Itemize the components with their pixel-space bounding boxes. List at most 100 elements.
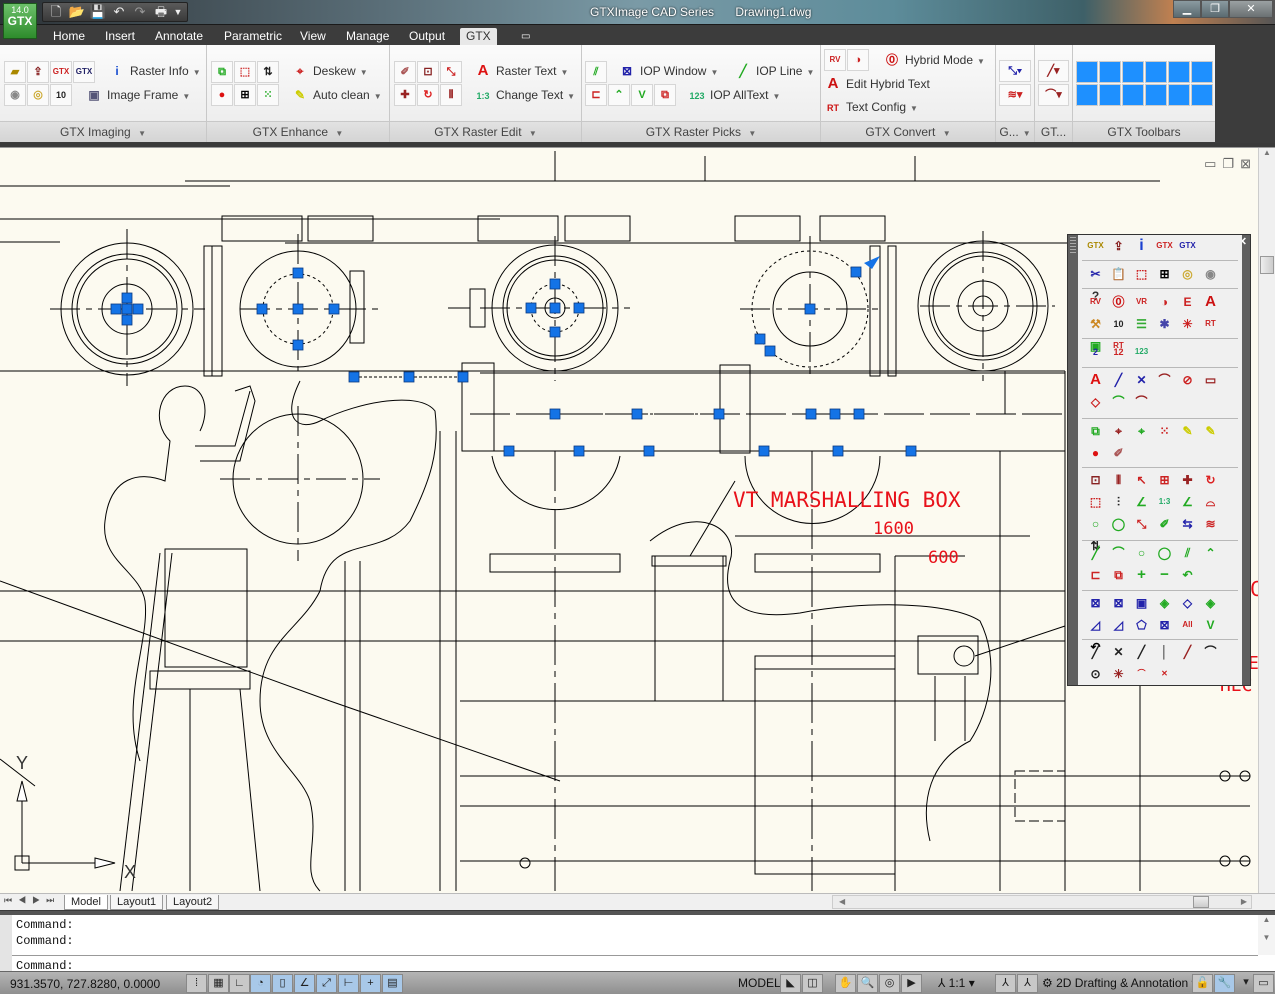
panel-title-gtx-raster-picks[interactable]: GTX Raster Picks ▼ (582, 121, 820, 142)
array-icon[interactable]: ⊞ (1153, 469, 1176, 491)
toolbar-toggle-2[interactable] (1099, 61, 1121, 83)
app-menu-button[interactable]: 14.0 GTX (3, 3, 37, 39)
pick-v-icon[interactable]: V (631, 84, 653, 106)
selection-grip[interactable] (121, 303, 133, 315)
iop-triangle-2-icon[interactable]: ◿ (1107, 614, 1130, 636)
despeckle-icon[interactable]: ⁙ (1153, 420, 1176, 442)
text-2-icon[interactable]: 2 (1084, 341, 1107, 363)
grip-arrow[interactable] (864, 256, 880, 269)
panel-title-gtx-toolbars[interactable]: GTX Toolbars (1073, 121, 1215, 142)
selection-grip[interactable] (132, 303, 144, 315)
iop-diamond-3-icon[interactable]: ◈ (1199, 592, 1222, 614)
quick-properties-button[interactable]: ▤ (382, 974, 403, 993)
clipboard-icon[interactable]: 📋 (1107, 263, 1130, 285)
mirror-icon[interactable]: ⫴ (440, 84, 462, 106)
raster-diamond-icon[interactable]: ◇ (1084, 391, 1107, 413)
explode-icon[interactable]: ✳ (1176, 313, 1199, 335)
select-area-icon[interactable]: ⬚ (234, 61, 256, 83)
selection-grip[interactable] (503, 445, 515, 457)
snap-line-icon[interactable]: ╱ (1084, 641, 1107, 663)
layers-icon[interactable]: ☰ (1130, 313, 1153, 335)
command-scrollbar[interactable]: ▲ ▼ (1258, 915, 1275, 955)
color-separate-icon[interactable]: ● (211, 84, 233, 106)
invert-icon[interactable]: ⇅ (257, 61, 279, 83)
image-count-icon[interactable]: 10 (50, 84, 72, 106)
hybrid-convert-icon[interactable]: ◑ (1153, 291, 1176, 313)
toolbar-toggle-11[interactable] (1168, 84, 1190, 106)
fillet-icon[interactable]: ↖ (1130, 469, 1153, 491)
toolbar-toggle-12[interactable] (1191, 84, 1213, 106)
line-tool-dropdown[interactable]: ╱▾ (1038, 60, 1069, 82)
horizontal-scroll-thumb[interactable] (1193, 896, 1209, 908)
undo-pick-icon[interactable]: ↶ (1176, 564, 1199, 586)
text-12-icon[interactable]: 12 (1107, 341, 1130, 363)
add-icon[interactable]: + (1130, 564, 1153, 586)
frame-icon[interactable]: ⬚ (1130, 263, 1153, 285)
arc-edit-icon[interactable]: ⌓ (1199, 491, 1222, 513)
iop-box-icon[interactable]: ▣ (1130, 592, 1153, 614)
selection-grip[interactable] (121, 314, 133, 326)
iop-diamond-icon[interactable]: ◈ (1153, 592, 1176, 614)
otrack-button[interactable]: ⤢ (316, 974, 337, 993)
tab-model[interactable]: Model (64, 895, 108, 910)
annotation-marshalling-box[interactable]: VT MARSHALLING BOX (733, 488, 961, 512)
raster-text-button[interactable]: A Raster Text ▼ (474, 61, 569, 81)
angle-2-icon[interactable]: ∠ (1176, 491, 1199, 513)
angle-icon[interactable]: ∠ (1130, 491, 1153, 513)
overlap-icon[interactable]: ⧉ (1107, 564, 1130, 586)
minimize-button[interactable]: ▁ (1173, 0, 1201, 18)
pick-circle-2-icon[interactable]: ◯ (1153, 542, 1176, 564)
selection-grip[interactable] (328, 303, 340, 315)
iop-polygon-icon[interactable]: ⬠ (1130, 614, 1153, 636)
raster-line-icon[interactable]: ╱ (1107, 369, 1130, 391)
selection-grip[interactable] (525, 302, 537, 314)
selection-grip[interactable] (850, 266, 862, 278)
erase-icon[interactable]: ✐ (394, 61, 416, 83)
parallel-lines-icon[interactable]: ⫽ (1176, 542, 1199, 564)
erase-line-icon[interactable]: ✐ (1153, 513, 1176, 535)
move-icon[interactable]: ✚ (1176, 469, 1199, 491)
circle-edit-icon[interactable]: ○ (1084, 513, 1107, 535)
move-icon[interactable]: ✚ (394, 84, 416, 106)
gtx-floating-toolbar[interactable]: ✕ GTX ⇪ i GTX GTX ✂ 📋 ⬚ ⊞ ◎ ◉ ? RV ⓪ VR … (1067, 234, 1251, 686)
hybrid-mode-icon[interactable]: ⓪ (1107, 291, 1130, 313)
restore-button[interactable]: ❐ (1201, 0, 1229, 18)
selection-grip[interactable] (804, 303, 816, 315)
chevron-up-icon[interactable]: ⌃ (1199, 542, 1222, 564)
separate-colors-icon[interactable]: ✱ (1153, 313, 1176, 335)
raster-x-icon[interactable]: ✕ (1130, 369, 1153, 391)
annotation-visibility-button[interactable]: ⅄ (995, 974, 1016, 993)
bulb-on-icon[interactable]: ◎ (1176, 263, 1199, 285)
remove-icon[interactable]: − (1153, 564, 1176, 586)
color-separate-icon[interactable]: ● (1084, 442, 1107, 464)
quick-view-drawings-button[interactable]: ◫ (802, 974, 823, 993)
gtx-save-icon[interactable]: GTX (1176, 235, 1199, 257)
deskew-button[interactable]: ⌖ Deskew ▼ (291, 61, 368, 81)
panel-title-gtx-convert[interactable]: GTX Convert ▼ (821, 121, 995, 142)
selection-grip[interactable] (754, 333, 766, 345)
iop-triangle-icon[interactable]: ◿ (1084, 614, 1107, 636)
3d-osnap-button[interactable]: ∠ (294, 974, 315, 993)
showmotion-button[interactable]: ▶ (901, 974, 922, 993)
scale-raster-icon[interactable]: ⊡ (417, 61, 439, 83)
change-text-icon[interactable]: 1:3 (1153, 491, 1176, 513)
hybrid-mode-button[interactable]: ⓪ Hybrid Mode ▼ (883, 50, 985, 70)
hybrid-convert-icon[interactable]: ◑ (847, 49, 869, 71)
crop-icon[interactable]: ⧉ (211, 61, 233, 83)
status-menu-icon[interactable]: ▾ (1240, 974, 1252, 993)
dynamic-input-button[interactable]: + (360, 974, 381, 993)
select-area-icon[interactable]: ⬚ (1084, 491, 1107, 513)
save-icon[interactable]: 💾 (89, 4, 107, 20)
change-text-button[interactable]: 1:3 Change Text ▼ (474, 85, 575, 105)
circle-edit-2-icon[interactable]: ◯ (1107, 513, 1130, 535)
gtx-load-icon[interactable]: ▰ (4, 61, 26, 83)
layout-nav-arrows[interactable]: ⏮◀▶⏭ (4, 895, 60, 906)
selection-grip[interactable] (292, 303, 304, 315)
iop-diamond-2-icon[interactable]: ◇ (1176, 592, 1199, 614)
edit-e-icon[interactable]: E (1176, 291, 1199, 313)
snap-arc-icon[interactable]: ⌒ (1199, 641, 1222, 663)
clean-screen-button[interactable]: ▭ (1253, 974, 1274, 993)
tab-insert[interactable]: Insert (99, 28, 141, 46)
selection-grip[interactable] (256, 303, 268, 315)
selection-grip[interactable] (292, 339, 304, 351)
